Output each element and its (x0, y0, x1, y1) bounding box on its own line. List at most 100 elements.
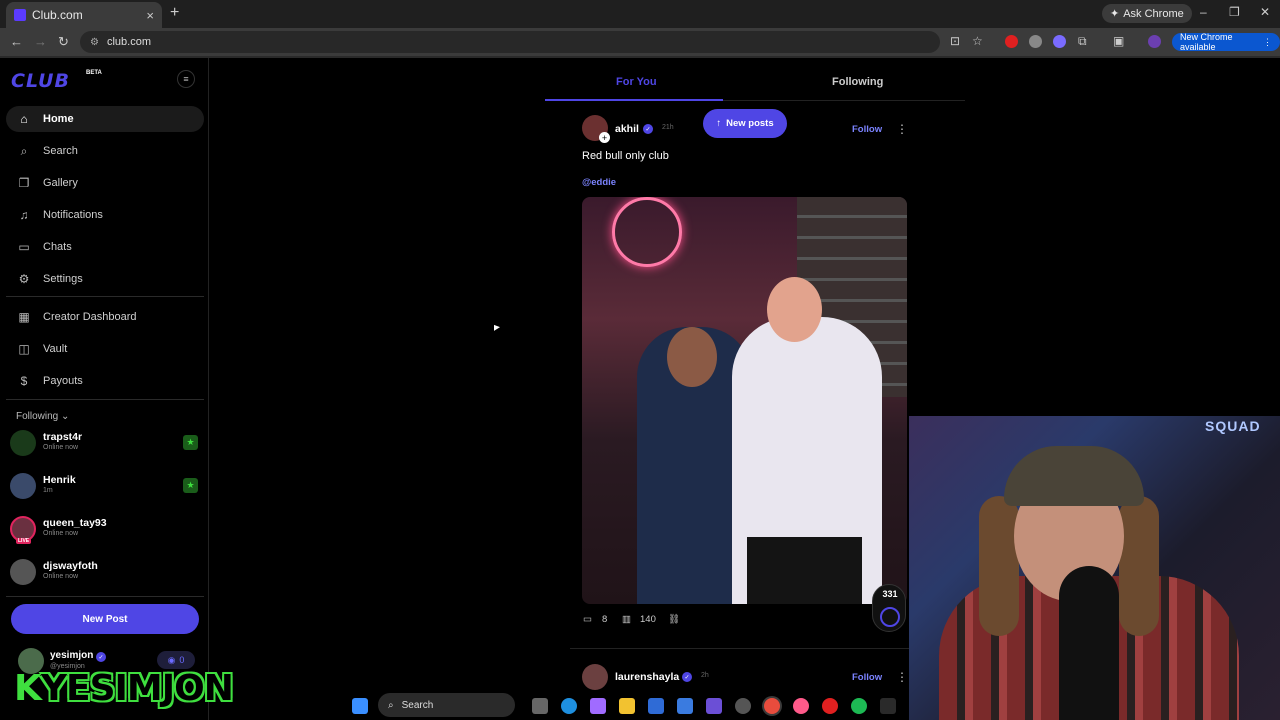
nav-payouts[interactable]: $ Payouts (6, 368, 204, 394)
microphone (1059, 566, 1119, 720)
post-time: 21h (662, 124, 674, 131)
post-time: 2h (701, 672, 709, 679)
url-omnibox[interactable]: ⚙ club.com (80, 31, 940, 53)
follow-button[interactable]: Follow (852, 124, 882, 135)
chrome-icon[interactable] (764, 698, 780, 714)
my-username[interactable]: yesimjon (50, 650, 93, 661)
nav-search[interactable]: ⌕ Search (6, 138, 204, 164)
install-app-icon[interactable]: ⊡ (950, 34, 960, 48)
side-panel-icon[interactable]: ▣ (1113, 34, 1124, 48)
kebab-menu-icon: ⋮ (1263, 36, 1272, 47)
neon-light (612, 197, 682, 267)
extensions-puzzle-icon[interactable]: ⧉ (1078, 34, 1087, 49)
address-bar-row: ← → ↻ ⚙ club.com ⊡ ☆ ⧉ ▣ New Chrome avai… (0, 28, 1280, 56)
maximize-button[interactable]: ❐ (1229, 5, 1240, 19)
taskbar-search[interactable]: ⌕ Search (378, 693, 515, 717)
mail-icon[interactable] (677, 698, 693, 714)
following-user[interactable]: trapst4r Online now ★ (10, 428, 200, 458)
beta-badge: BETA (86, 70, 102, 76)
extension-grey-icon[interactable] (1029, 35, 1042, 48)
nav-gallery[interactable]: ❐ Gallery (6, 170, 204, 196)
nav-home-label: Home (43, 113, 74, 125)
following-user-status: Online now (43, 573, 79, 580)
profile-avatar[interactable] (1148, 35, 1161, 48)
copilot-icon[interactable] (590, 698, 606, 714)
site-info-icon[interactable]: ⚙ (90, 37, 99, 48)
tab-following[interactable]: Following (832, 76, 883, 88)
nav-home[interactable]: ⌂ Home (6, 106, 204, 132)
home-icon: ⌂ (20, 112, 28, 126)
mention-link[interactable]: @eddie (582, 177, 616, 188)
comment-icon[interactable]: ▭ (583, 614, 592, 625)
bookmark-star-icon[interactable]: ☆ (972, 34, 983, 48)
windows-start-icon[interactable] (352, 698, 368, 714)
following-user-name: trapst4r (43, 431, 83, 443)
app-icon[interactable] (735, 698, 751, 714)
edge-icon[interactable] (561, 698, 577, 714)
chrome-update-button[interactable]: New Chrome available ⋮ (1172, 32, 1280, 52)
verified-badge-icon: ✓ (682, 672, 692, 682)
club-logo[interactable]: CLUB (11, 70, 70, 92)
tab-close-icon[interactable]: × (146, 8, 154, 23)
collapse-sidebar-button[interactable]: ≡ (177, 70, 195, 88)
nav-payouts-label: Payouts (43, 375, 83, 387)
nav-creator-dashboard[interactable]: ▦ Creator Dashboard (6, 304, 204, 330)
more-options-icon[interactable]: ⋮ (896, 122, 908, 136)
boost-widget[interactable]: 331 (872, 584, 906, 632)
store-icon[interactable] (648, 698, 664, 714)
nav-creator-dashboard-label: Creator Dashboard (43, 311, 137, 323)
gallery-icon: ❐ (18, 176, 30, 190)
person-head (767, 277, 822, 342)
more-options-icon[interactable]: ⋮ (896, 670, 908, 684)
spotify-icon[interactable] (851, 698, 867, 714)
nav-gallery-label: Gallery (43, 177, 78, 189)
dollar-icon: $ (20, 374, 28, 388)
following-user[interactable]: djswayfoth Online now (10, 557, 200, 587)
avatar (10, 430, 36, 456)
reload-icon[interactable]: ↻ (58, 34, 69, 50)
back-arrow-icon[interactable]: ← (10, 34, 23, 49)
star-icon: ★ (183, 435, 198, 450)
new-tab-button[interactable]: + (170, 4, 179, 22)
app-icon[interactable] (706, 698, 722, 714)
plus-icon[interactable]: + (599, 132, 610, 143)
person-pants (747, 537, 862, 604)
nav-settings[interactable]: ⚙ Settings (6, 266, 204, 292)
extension-purple-icon[interactable] (1053, 35, 1066, 48)
following-user[interactable]: Henrik 1m ★ (10, 471, 200, 501)
task-view-icon[interactable] (532, 698, 548, 714)
browser-tab-bar: Club.com × + ✦ Ask Chrome – ❐ ✕ (0, 0, 1280, 28)
following-user[interactable]: LIVE queen_tay93 Online now (10, 514, 200, 544)
verified-badge-icon: ✓ (643, 124, 653, 134)
nav-chats[interactable]: ▭ Chats (6, 234, 204, 260)
coin-balance-badge[interactable]: ◉ 0 (157, 651, 195, 669)
post-author-name[interactable]: laurenshayla (615, 671, 679, 683)
file-explorer-icon[interactable] (619, 698, 635, 714)
follow-button[interactable]: Follow (852, 672, 882, 683)
minimize-button[interactable]: – (1200, 5, 1207, 19)
post-author-avatar[interactable] (582, 664, 608, 690)
following-section-toggle[interactable]: Following ⌄ (16, 411, 69, 422)
app-icon[interactable] (793, 698, 809, 714)
forward-arrow-icon[interactable]: → (34, 34, 47, 49)
ask-chrome-button[interactable]: ✦ Ask Chrome (1102, 4, 1192, 23)
active-tab-indicator (545, 99, 723, 101)
app-icon[interactable] (822, 698, 838, 714)
boost-icon (880, 607, 900, 627)
epic-games-icon[interactable] (880, 698, 896, 714)
new-posts-button[interactable]: ↑ New posts (703, 109, 787, 138)
streamer-cap (1004, 446, 1144, 506)
wall-sign: SQUAD (1205, 418, 1261, 434)
bell-icon: ♫ (19, 208, 29, 222)
post-author-name[interactable]: akhil (615, 123, 639, 135)
window-close-button[interactable]: ✕ (1260, 5, 1270, 19)
nav-notifications[interactable]: ♫ Notifications (6, 202, 204, 228)
post-image[interactable] (582, 197, 907, 604)
share-link-icon[interactable]: ⛓ (668, 614, 680, 625)
taskbar-search-label: Search (401, 699, 434, 711)
tab-for-you[interactable]: For You (616, 76, 657, 88)
nav-vault[interactable]: ◫ Vault (6, 336, 204, 362)
browser-tab[interactable]: Club.com × (6, 2, 162, 28)
new-post-button[interactable]: New Post (11, 604, 199, 634)
extension-red-icon[interactable] (1005, 35, 1018, 48)
